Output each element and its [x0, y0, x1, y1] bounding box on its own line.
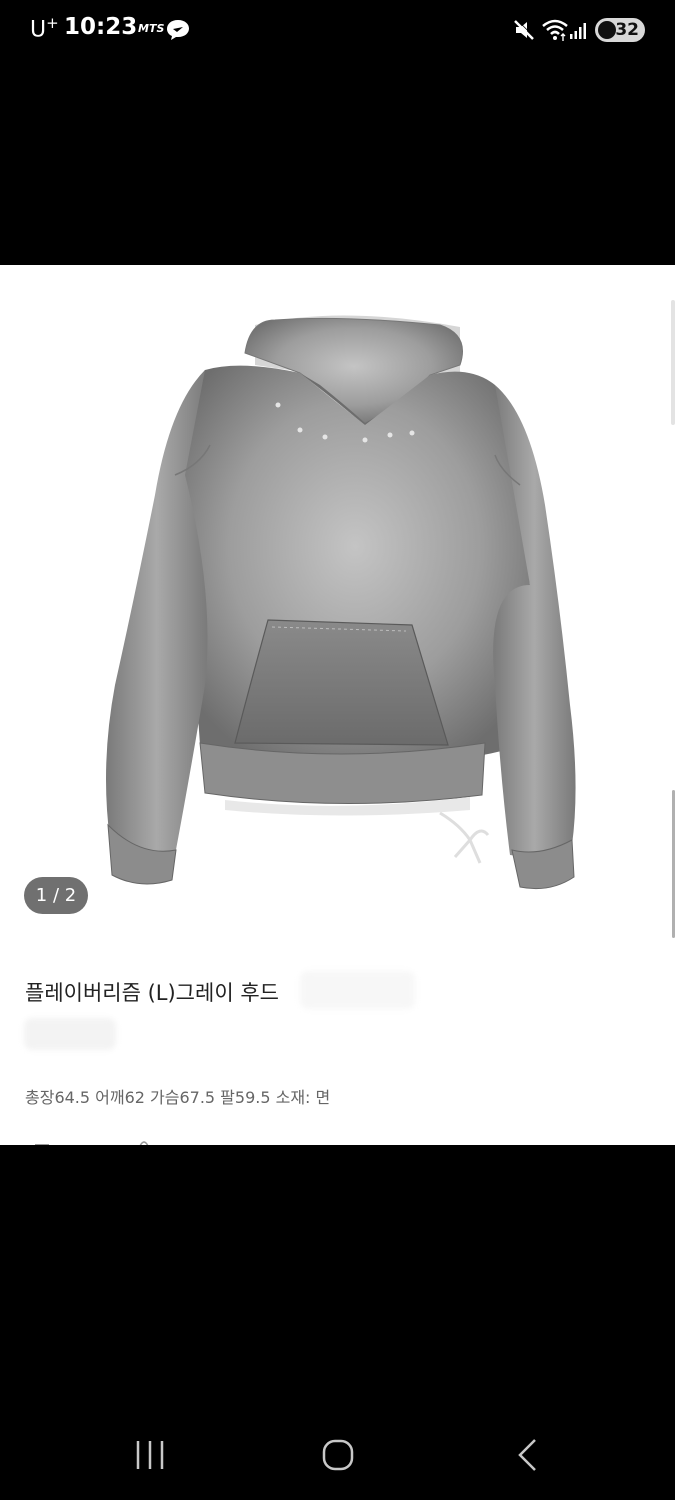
system-nav-bar [0, 1415, 675, 1500]
blurred-price [24, 1018, 116, 1050]
product-title: 플레이버리즘 (L)그레이 후드 [25, 981, 279, 1005]
product-image[interactable] [0, 265, 675, 930]
phone-screen: U+ 10:23 MTS 32 1 / 2 플레이버리즘 (L)그레이 후드 총… [0, 0, 675, 1500]
back-icon [518, 1439, 536, 1471]
mute-icon [513, 18, 535, 46]
status-bar: U+ 10:23 MTS 32 [0, 0, 675, 60]
battery-level: 32 [615, 20, 639, 40]
carrier-label: U+ [30, 14, 59, 43]
recent-apps-icon [136, 1441, 164, 1469]
home-icon [322, 1439, 354, 1471]
home-button[interactable] [313, 1435, 363, 1475]
cut-off-row [35, 1141, 149, 1145]
talk-notification-icon [165, 18, 191, 46]
recent-apps-button[interactable] [125, 1435, 175, 1475]
power-saving-icon [598, 21, 616, 39]
product-detail-card: 1 / 2 플레이버리즘 (L)그레이 후드 총장64.5 어깨62 가슴67.… [0, 265, 675, 1145]
scrollbar-thumb[interactable] [671, 300, 675, 425]
image-counter-badge: 1 / 2 [24, 877, 88, 914]
back-button[interactable] [502, 1435, 552, 1475]
signal-icon [569, 22, 587, 44]
blurred-region [300, 971, 415, 1009]
battery-icon: 32 [595, 18, 645, 42]
app-notification-icon: MTS [138, 22, 165, 35]
clock: 10:23 [64, 14, 138, 40]
product-description: 총장64.5 어깨62 가슴67.5 팔59.5 소재: 면 [25, 1088, 331, 1107]
wifi-icon [541, 18, 569, 46]
